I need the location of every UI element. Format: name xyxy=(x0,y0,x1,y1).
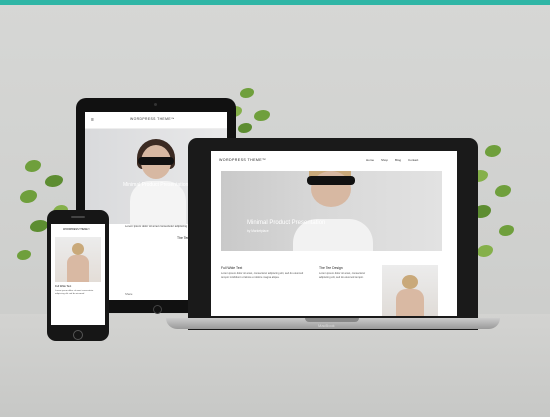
nav-link-blog[interactable]: Blog xyxy=(395,158,401,162)
phone-speaker xyxy=(71,216,85,218)
nav-link-shop[interactable]: Shop xyxy=(381,158,388,162)
phone-device: WORDPRESS THEME™ Full Wide Text Lorem ip… xyxy=(47,210,109,341)
section-body-full-wide-text: Lorem ipsum dolor sit amet, consectetur … xyxy=(221,272,304,279)
nav-links: Home Shop Blog Contact xyxy=(366,158,418,162)
laptop-notch xyxy=(305,318,359,322)
laptop-navbar: WORDPRESS THEME™ Home Shop Blog Contact xyxy=(211,151,457,169)
home-button[interactable] xyxy=(153,305,162,314)
section-body-tee-design: Lorem ipsum dolor sit amet, consectetur … xyxy=(319,272,366,279)
laptop-model-label: MacBook xyxy=(318,323,335,328)
mockup-scene: ≡ WORDPRESS THEME™ Minimal Product Prese… xyxy=(0,0,550,417)
product-image xyxy=(382,265,438,316)
nav-link-contact[interactable]: Contact xyxy=(408,158,418,162)
laptop-hero-image: Minimal Product Presentation by Marketpl… xyxy=(221,171,442,251)
laptop-hero-title: Minimal Product Presentation xyxy=(247,220,326,226)
menu-icon[interactable]: ≡ xyxy=(91,117,94,123)
phone-navbar: WORDPRESS THEME™ xyxy=(51,224,105,234)
home-button[interactable] xyxy=(73,330,83,340)
section-title-tee-design: The Tee Design xyxy=(319,266,343,270)
section-title-full-wide-text: Full Wide Text xyxy=(221,266,243,270)
phone-body-text: Lorem ipsum dolor sit amet consectetur a… xyxy=(55,290,94,295)
tablet-navbar: ≡ WORDPRESS THEME™ xyxy=(85,112,227,129)
laptop-screen: WORDPRESS THEME™ Home Shop Blog Contact … xyxy=(211,151,457,316)
nav-link-home[interactable]: Home xyxy=(366,158,374,162)
sunglasses-icon xyxy=(307,176,355,185)
phone-hero-image xyxy=(55,237,101,282)
tablet-hero-title: Minimal Product Presentation xyxy=(123,182,189,188)
accent-bar xyxy=(0,0,550,5)
tablet-footer-link[interactable]: Share xyxy=(125,292,132,296)
phone-brand[interactable]: WORDPRESS THEME™ xyxy=(63,228,90,231)
laptop-hero-byline: by Marketplace xyxy=(247,229,269,233)
phone-screen: WORDPRESS THEME™ Full Wide Text Lorem ip… xyxy=(51,224,105,325)
tablet-brand[interactable]: WORDPRESS THEME™ xyxy=(130,117,175,121)
laptop-device: WORDPRESS THEME™ Home Shop Blog Contact … xyxy=(188,138,478,330)
tablet-camera xyxy=(154,103,157,106)
sunglasses-icon xyxy=(138,157,174,165)
laptop-brand[interactable]: WORDPRESS THEME™ xyxy=(219,158,266,162)
phone-heading: Full Wide Text xyxy=(55,285,72,288)
